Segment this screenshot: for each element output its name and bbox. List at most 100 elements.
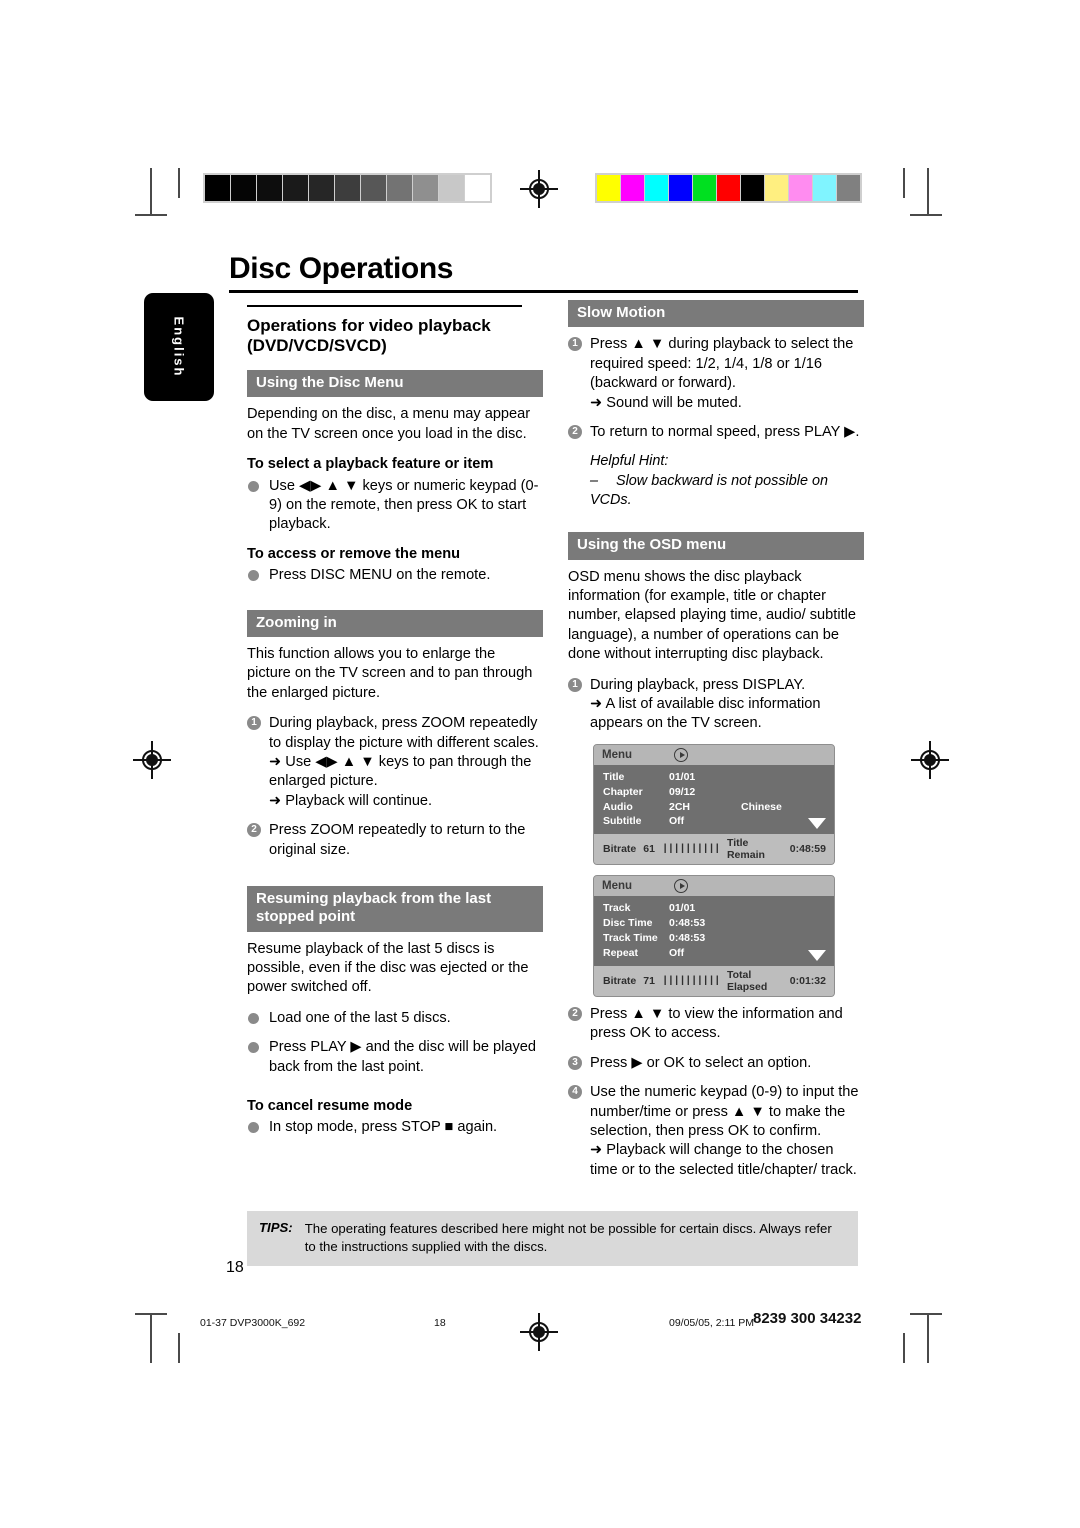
list-item: Use ◀▶ ▲ ▼ keys or numeric keypad (0-9) … — [247, 477, 543, 535]
step-number-icon: 1 — [247, 716, 261, 731]
bitrate-value: 61 — [643, 843, 655, 856]
bullet-icon — [248, 1122, 259, 1134]
osd-info-value: 0:48:53 — [669, 932, 706, 945]
right-column: Slow Motion 1 Press ▲ ▼ during playback … — [568, 300, 864, 1190]
osd-screen-dvd: Menu Title 01/01 Chapter 09/12 Audio 2CH Chine… — [593, 743, 835, 866]
bullet-icon — [248, 1012, 259, 1024]
step-number-icon: 2 — [568, 1007, 582, 1022]
chevron-down-icon — [808, 950, 826, 962]
osd-screen-cd-body: Track 01/01 Disc Time 0:48:53 Track Time 0:48… — [594, 896, 834, 967]
slow-motion-step-1-arrow: ➜ Sound will be muted. — [590, 394, 742, 411]
list-item: 3 Press ▶ or OK to select an option. — [568, 1054, 864, 1073]
section-bar-zooming: Zooming in — [247, 609, 543, 637]
list-item: 2 Press ▲ ▼ to view the information and … — [568, 1005, 864, 1044]
zooming-step-1-arrow-2: ➜ Playback will continue. — [269, 792, 433, 809]
footer-page-number: 18 — [434, 1317, 446, 1329]
osd-info-row: Disc Time 0:48:53 — [603, 916, 826, 931]
resuming-subheading-cancel: To cancel resume mode — [247, 1098, 413, 1115]
slow-motion-step-1: Press ▲ ▼ during playback to select the … — [590, 336, 864, 413]
osd-screen-cd-footer: Bitrate 71 |||||||||| Total Elapsed 0:01… — [594, 966, 834, 997]
osd-info-key: Chapter — [603, 785, 643, 798]
osd-info-key: Track Time — [603, 932, 658, 945]
osd-info-key: Audio — [603, 800, 633, 813]
osd-info-row: Repeat Off — [603, 946, 826, 961]
disc-menu-subheading-access: To access or remove the menu — [247, 545, 461, 562]
resuming-intro: Resume playback of the last 5 discs is p… — [247, 940, 529, 996]
tips-box: TIPS: The operating features described h… — [247, 1211, 858, 1266]
list-item: 1 During playback, press ZOOM repeatedly… — [247, 714, 543, 811]
chevron-down-icon — [808, 818, 826, 830]
section-bar-resuming: Resuming playback from the last stopped … — [247, 886, 543, 932]
resuming-item-play: Press PLAY ▶ and the disc will be played… — [269, 1039, 537, 1075]
osd-step-2: Press ▲ ▼ to view the information and pr… — [590, 1006, 843, 1042]
osd-intro: OSD menu shows the disc playback informa… — [568, 568, 856, 663]
slow-motion-step-1-text: Press ▲ ▼ during playback to select the … — [590, 336, 854, 392]
step-number-icon: 2 — [247, 823, 261, 838]
list-item: Press DISC MENU on the remote. — [247, 566, 543, 585]
osd-menu-label: Menu — [602, 748, 633, 761]
osd-info-row: Track Time 0:48:53 — [603, 931, 826, 946]
footer-filename: 01-37 DVP3000K_692 — [200, 1317, 306, 1329]
osd-info-row: Title 01/01 — [603, 770, 826, 785]
title-divider — [229, 290, 858, 293]
zooming-step-1: During playback, press ZOOM repeatedly t… — [269, 715, 543, 811]
helpful-hint: Helpful Hint: – Slow backward is not poss… — [568, 452, 864, 510]
osd-screen-dvd-body: Title 01/01 Chapter 09/12 Audio 2CH Chinese Sub… — [594, 764, 834, 835]
list-item: In stop mode, press STOP ■ again. — [247, 1118, 543, 1137]
osd-info-value: 0:48:53 — [669, 917, 706, 930]
bitrate-label: Bitrate — [603, 975, 637, 988]
play-icon — [674, 747, 689, 762]
disc-menu-intro: Depending on the disc, a menu may appear… — [247, 406, 531, 442]
play-icon — [674, 879, 689, 894]
osd-info-row: Subtitle Off — [603, 814, 826, 829]
osd-info-value: 01/01 — [669, 770, 696, 783]
section-bar-slow-motion: Slow Motion — [568, 300, 864, 328]
osd-info-key: Title — [603, 770, 625, 783]
list-item: 4 Use the numeric keypad (0-9) to input … — [568, 1083, 864, 1180]
osd-info-row: Track 01/01 — [603, 901, 826, 916]
bullet-icon — [248, 480, 259, 492]
osd-screen-dvd-footer: Bitrate 61 |||||||||| Title Remain 0:48:… — [594, 834, 834, 865]
osd-info-value: 01/01 — [669, 902, 696, 915]
step-number-icon: 4 — [568, 1085, 582, 1100]
bullet-icon — [248, 570, 259, 582]
zooming-step-1-arrow-1: ➜ Use ◀▶ ▲ ▼ keys to pan through the enl… — [269, 753, 532, 790]
section-bar-osd-menu: Using the OSD menu — [568, 532, 864, 560]
section-bar-disc-menu: Using the Disc Menu — [247, 370, 543, 398]
osd-info-extra: Chinese — [741, 800, 782, 813]
osd-info-value: Off — [669, 947, 685, 960]
language-tab: English — [144, 293, 214, 401]
list-item: 2 To return to normal speed, press PLAY … — [568, 423, 864, 442]
osd-step-3: Press ▶ or OK to select an option. — [590, 1054, 812, 1071]
osd-step-1-text: During playback, press DISPLAY. — [590, 676, 806, 693]
bitrate-meter-icon: |||||||||| — [661, 843, 721, 856]
step-number-icon: 2 — [568, 424, 582, 439]
total-elapsed-value: 0:01:32 — [789, 975, 826, 988]
osd-info-key: Repeat — [603, 947, 639, 960]
column-top-rule — [247, 305, 522, 307]
osd-step-4-text: Use the numeric keypad (0-9) to input th… — [590, 1084, 859, 1140]
osd-info-row: Chapter 09/12 — [603, 785, 826, 800]
slow-motion-step-2: To return to normal speed, press PLAY ▶. — [590, 423, 860, 440]
page-title: Disc Operations — [229, 252, 454, 285]
title-remain-value: 0:48:59 — [789, 843, 826, 856]
list-item: Press PLAY ▶ and the disc will be played… — [247, 1038, 543, 1077]
osd-info-row: Audio 2CH Chinese — [603, 800, 826, 815]
step-number-icon: 3 — [568, 1055, 582, 1070]
osd-info-value: 09/12 — [669, 785, 696, 798]
tips-label: TIPS: — [259, 1220, 293, 1235]
footer-document-code: 8239 300 34232 — [753, 1310, 862, 1327]
title-remain-label: Title Remain — [726, 837, 765, 862]
zooming-step-2: Press ZOOM repeatedly to return to the o… — [269, 822, 526, 858]
list-item: Load one of the last 5 discs. — [247, 1009, 543, 1028]
bitrate-value: 71 — [643, 975, 655, 988]
osd-screen-cd: Menu Track 01/01 Disc Time 0:48:53 Track Tim… — [593, 875, 835, 998]
osd-info-value: Off — [669, 815, 685, 828]
osd-screen-dvd-header: Menu — [594, 744, 834, 765]
osd-step-4-arrow: ➜ Playback will change to the chosen tim… — [590, 1142, 857, 1178]
helpful-hint-label: Helpful Hint: — [590, 453, 669, 470]
helpful-hint-text: – Slow backward is not possible on VCDs. — [590, 472, 828, 508]
osd-info-value: 2CH — [669, 800, 691, 813]
osd-step-1: During playback, press DISPLAY. ➜ A list… — [590, 677, 864, 734]
tips-text: The operating features described here mi… — [304, 1221, 832, 1254]
